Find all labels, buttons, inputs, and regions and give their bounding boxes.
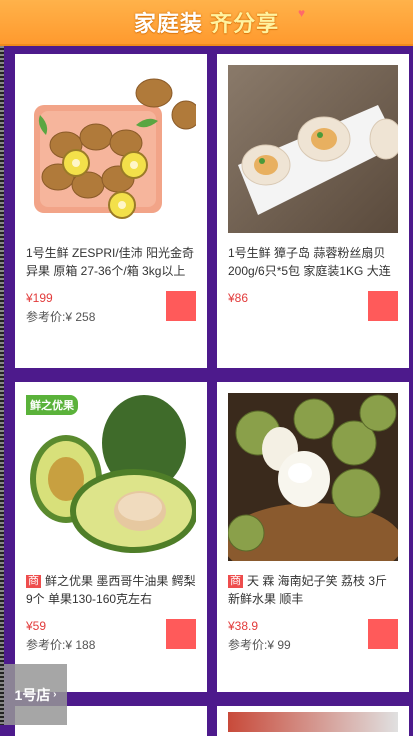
- banner-title: 家庭装 齐分享: [134, 6, 279, 38]
- left-edge-stripe: [0, 46, 4, 725]
- product-title[interactable]: 商鲜之优果 墨西哥牛油果 鳄梨9个 单果130-160克左右: [26, 572, 198, 608]
- chevron-right-icon: ›: [50, 689, 57, 700]
- product-card[interactable]: 1号生鲜 ZESPRI/佳沛 阳光金奇异果 原箱 27-36个/箱 3kg以上 …: [15, 54, 207, 368]
- product-title[interactable]: 1号生鲜 ZESPRI/佳沛 阳光金奇异果 原箱 27-36个/箱 3kg以上: [26, 244, 198, 280]
- product-title-text: 天 霖 海南妃子笑 荔枝 3斤 新鲜水果 顺丰: [228, 574, 388, 606]
- product-image-kiwi[interactable]: [26, 65, 196, 233]
- product-title[interactable]: 商天 霖 海南妃子笑 荔枝 3斤 新鲜水果 顺丰: [228, 572, 400, 608]
- banner-title-part2: 齐分享: [210, 11, 280, 36]
- product-price: ¥38.9: [228, 619, 259, 633]
- add-to-cart-button[interactable]: [368, 619, 398, 649]
- product-title-text: 鲜之优果 墨西哥牛油果 鳄梨9个 单果130-160克左右: [26, 574, 196, 606]
- product-image-lychee[interactable]: [228, 393, 398, 561]
- header-banner: 家庭装 齐分享 ♥: [0, 0, 413, 46]
- add-to-cart-button[interactable]: [166, 291, 196, 321]
- product-ref-price: 参考价:¥ 99: [228, 638, 291, 652]
- floating-nav-label: 1号店: [14, 686, 51, 703]
- product-price: ¥86: [228, 291, 249, 305]
- merchant-tag: 商: [26, 575, 41, 588]
- product-ref-price: 参考价:¥ 188: [26, 638, 96, 652]
- product-card[interactable]: 鲜之优果 商鲜之优果 墨西哥牛油果 鳄梨9个 单果130-160克左右 ¥59 …: [15, 382, 207, 692]
- product-image-partial[interactable]: [228, 712, 398, 732]
- product-title[interactable]: 1号生鲜 獐子岛 蒜蓉粉丝扇贝 200g/6只*5包 家庭装1KG 大连: [228, 244, 400, 280]
- banner-title-part1: 家庭装: [133, 11, 203, 36]
- brand-badge-label: 鲜之优果: [30, 400, 74, 412]
- floating-home-button[interactable]: 1号店 ›: [4, 664, 67, 725]
- add-to-cart-button[interactable]: [166, 619, 196, 649]
- heart-icon: ♥: [298, 6, 306, 20]
- product-card[interactable]: [217, 706, 409, 736]
- product-image-scallops[interactable]: [228, 65, 398, 233]
- product-card[interactable]: 1号生鲜 獐子岛 蒜蓉粉丝扇贝 200g/6只*5包 家庭装1KG 大连 ¥86: [217, 54, 409, 368]
- product-image-avocado[interactable]: 鲜之优果: [26, 393, 196, 561]
- brand-badge: 鲜之优果: [26, 395, 78, 415]
- merchant-tag: 商: [228, 575, 243, 588]
- product-ref-price: 参考价:¥ 258: [26, 310, 96, 324]
- add-to-cart-button[interactable]: [368, 291, 398, 321]
- product-card[interactable]: 商天 霖 海南妃子笑 荔枝 3斤 新鲜水果 顺丰 ¥38.9 参考价:¥ 99: [217, 382, 409, 692]
- product-price: ¥59: [26, 619, 47, 633]
- product-price: ¥199: [26, 291, 53, 305]
